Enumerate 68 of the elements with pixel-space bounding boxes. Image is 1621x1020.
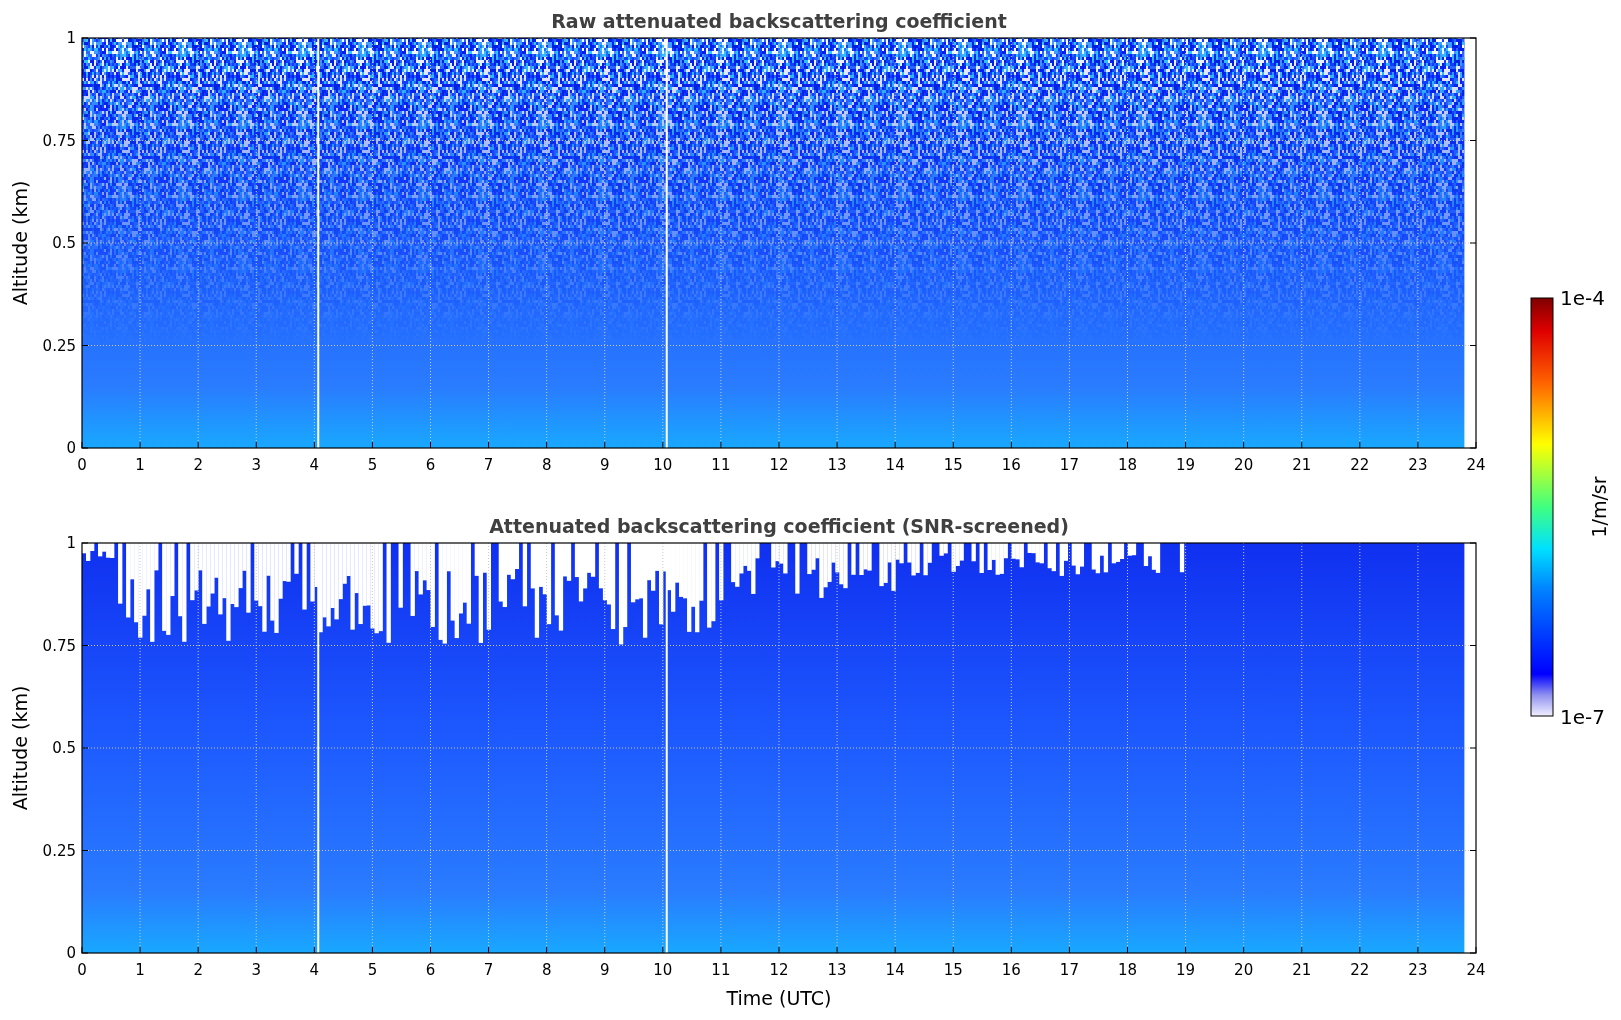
x-tick-label: 18 <box>1117 961 1138 979</box>
x-tick-label: 9 <box>600 456 610 474</box>
x-tick-label: 2 <box>193 456 203 474</box>
x-tick-label: 5 <box>367 456 378 474</box>
x-tick-label: 17 <box>1059 456 1079 474</box>
x-tick-label: 8 <box>541 961 552 979</box>
x-tick-label: 7 <box>483 961 494 979</box>
y-axis-label: Altitude (km) <box>9 685 31 811</box>
colorbar-min-label: 1e-7 <box>1560 705 1605 729</box>
x-tick-label: 7 <box>483 456 494 474</box>
x-tick-label: 21 <box>1292 961 1312 979</box>
x-tick-label: 1 <box>135 456 145 474</box>
x-axis-label: Time (UTC) <box>726 987 832 1009</box>
x-tick-label: 13 <box>827 961 847 979</box>
x-tick-label: 3 <box>251 961 261 979</box>
x-tick-label: 17 <box>1059 961 1079 979</box>
x-tick-label: 20 <box>1234 456 1254 474</box>
y-tick-label: 0.75 <box>42 636 76 655</box>
x-tick-label: 19 <box>1176 961 1196 979</box>
x-tick-label: 16 <box>1001 961 1021 979</box>
x-tick-label: 4 <box>309 961 320 979</box>
x-tick-label: 10 <box>653 456 673 474</box>
x-tick-label: 5 <box>367 961 378 979</box>
y-tick-label: 0 <box>66 944 76 962</box>
x-tick-label: 2 <box>193 961 203 979</box>
x-tick-label: 19 <box>1176 456 1196 474</box>
x-tick-label: 23 <box>1408 456 1428 474</box>
x-tick-label: 10 <box>653 961 673 979</box>
y-tick-label: 0.25 <box>42 841 76 860</box>
x-tick-label: 24 <box>1466 961 1486 979</box>
x-tick-label: 9 <box>600 961 610 979</box>
x-tick-label: 16 <box>1001 456 1021 474</box>
x-tick-label: 3 <box>251 456 261 474</box>
x-tick-label: 14 <box>885 456 905 474</box>
plot-title: Raw attenuated backscattering coefficient <box>551 10 1007 32</box>
x-tick-label: 8 <box>541 456 552 474</box>
x-tick-label: 6 <box>425 961 436 979</box>
x-tick-label: 21 <box>1292 456 1312 474</box>
plot-title: Attenuated backscattering coefficient (SNR-screened) <box>489 515 1069 537</box>
x-tick-label: 24 <box>1466 456 1486 474</box>
x-tick-label: 6 <box>425 456 436 474</box>
y-tick-label: 0.5 <box>52 234 76 252</box>
x-tick-label: 18 <box>1117 456 1138 474</box>
y-tick-label: 1 <box>66 29 76 47</box>
x-tick-label: 4 <box>309 456 320 474</box>
x-tick-label: 15 <box>943 456 963 474</box>
x-tick-label: 15 <box>943 961 963 979</box>
x-tick-label: 13 <box>827 456 847 474</box>
x-tick-label: 12 <box>769 456 789 474</box>
colorbar-label: 1/m/sr <box>1588 476 1610 538</box>
y-tick-label: 0.5 <box>52 739 76 757</box>
y-tick-label: 0.75 <box>42 131 76 150</box>
x-tick-label: 12 <box>769 961 789 979</box>
x-tick-label: 22 <box>1350 456 1370 474</box>
colorbar-max-label: 1e-4 <box>1560 286 1605 310</box>
y-axis-label: Altitude (km) <box>9 180 31 306</box>
x-tick-label: 20 <box>1234 961 1254 979</box>
x-tick-label: 1 <box>135 961 145 979</box>
x-tick-label: 23 <box>1408 961 1428 979</box>
x-tick-label: 0 <box>77 456 87 474</box>
y-tick-label: 0 <box>66 439 76 457</box>
y-tick-label: 0.25 <box>42 336 76 355</box>
y-tick-label: 1 <box>66 534 76 552</box>
x-tick-label: 0 <box>77 961 87 979</box>
x-tick-label: 11 <box>711 961 731 979</box>
x-tick-label: 22 <box>1350 961 1370 979</box>
x-tick-label: 11 <box>711 456 731 474</box>
x-tick-label: 14 <box>885 961 905 979</box>
